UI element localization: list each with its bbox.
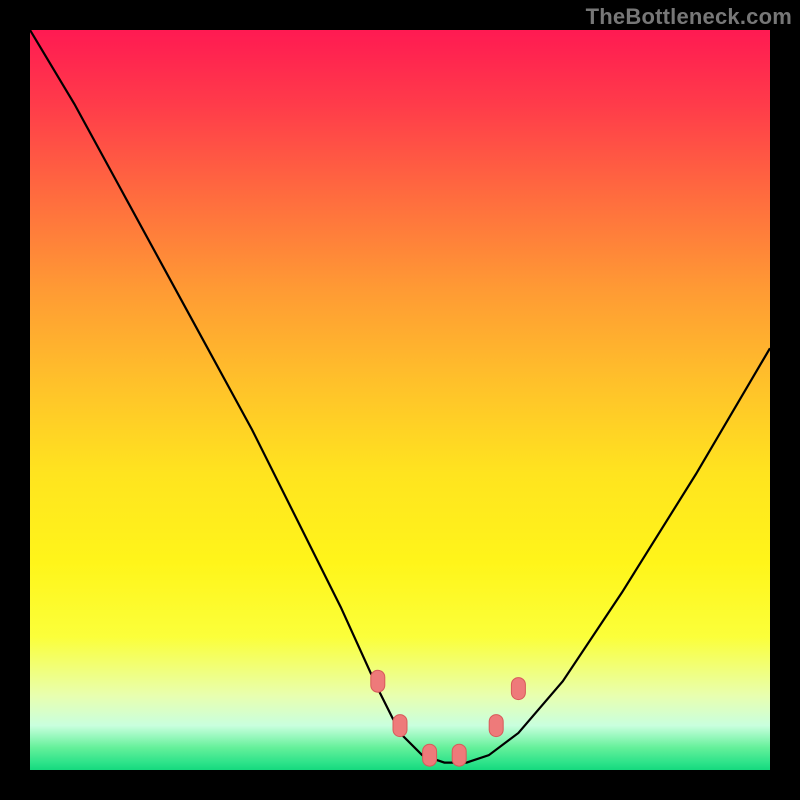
marker-left-2 (393, 715, 407, 737)
marker-floor-2 (452, 744, 466, 766)
marker-group (371, 670, 526, 766)
chart-svg (30, 30, 770, 770)
marker-right-1 (489, 715, 503, 737)
watermark-text: TheBottleneck.com (586, 4, 792, 30)
bottleneck-curve (30, 30, 770, 763)
chart-frame: TheBottleneck.com (0, 0, 800, 800)
marker-floor-1 (423, 744, 437, 766)
marker-right-2 (511, 678, 525, 700)
marker-left-1 (371, 670, 385, 692)
